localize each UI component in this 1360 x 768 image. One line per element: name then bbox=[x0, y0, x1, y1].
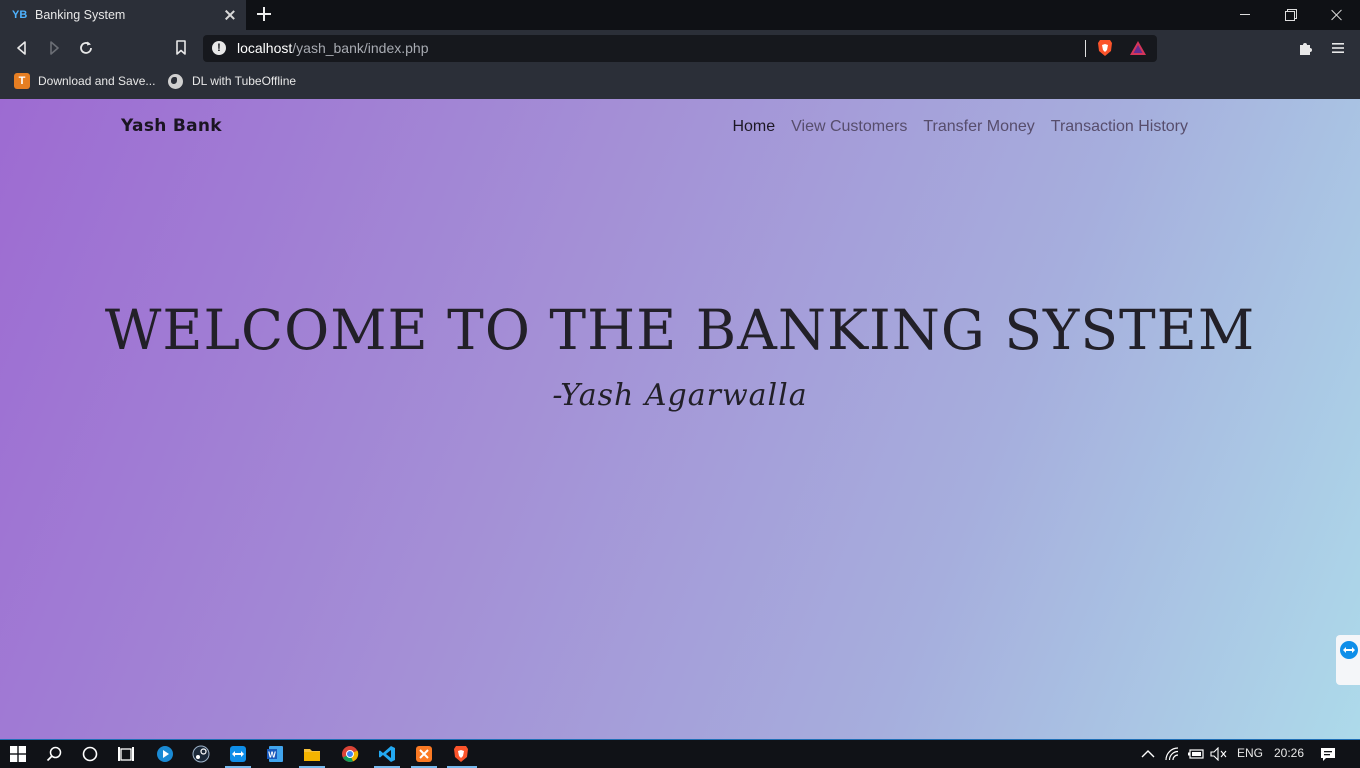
nav-view-customers[interactable]: View Customers bbox=[791, 118, 907, 136]
teamviewer-widget[interactable] bbox=[1336, 635, 1360, 685]
volume-muted-icon[interactable] bbox=[1209, 744, 1229, 764]
new-tab-icon[interactable] bbox=[256, 6, 272, 22]
teamviewer-taskbar-icon[interactable] bbox=[228, 744, 248, 764]
nav-transaction-history[interactable]: Transaction History bbox=[1051, 118, 1188, 136]
chrome-icon[interactable] bbox=[340, 744, 360, 764]
tubeoffline-icon: T bbox=[14, 73, 30, 89]
site-favicon-icon: YB bbox=[12, 9, 28, 21]
file-explorer-icon[interactable] bbox=[302, 744, 322, 764]
site-info-icon[interactable]: ! bbox=[212, 41, 226, 55]
start-icon[interactable] bbox=[8, 744, 28, 764]
vscode-icon[interactable] bbox=[377, 744, 397, 764]
steam-icon[interactable] bbox=[191, 744, 211, 764]
hero-title: WELCOME TO THE BANKING SYSTEM bbox=[104, 298, 1256, 362]
tab-close-icon[interactable] bbox=[222, 7, 238, 23]
hero-subtitle: -Yash Agarwalla bbox=[552, 378, 808, 413]
notifications-icon[interactable] bbox=[1318, 744, 1338, 764]
globe-icon bbox=[168, 73, 183, 89]
xampp-icon[interactable] bbox=[414, 744, 434, 764]
network-icon[interactable] bbox=[1163, 744, 1183, 764]
back-icon[interactable] bbox=[13, 39, 31, 57]
extensions-icon[interactable] bbox=[1297, 39, 1315, 57]
forward-icon[interactable] bbox=[45, 39, 63, 57]
svg-text:W: W bbox=[268, 751, 276, 760]
tab-strip: YB Banking System bbox=[0, 0, 1360, 30]
brave-rewards-icon[interactable] bbox=[1129, 39, 1147, 57]
search-icon[interactable] bbox=[44, 744, 64, 764]
brave-icon[interactable] bbox=[451, 744, 471, 764]
clock[interactable]: 20:26 bbox=[1274, 746, 1304, 760]
reload-icon[interactable] bbox=[77, 39, 95, 57]
main-nav: Home View Customers Transfer Money Trans… bbox=[732, 118, 1188, 136]
brand-logo[interactable]: Yash Bank bbox=[121, 116, 222, 136]
bookmark-dl-with-tubeoffline[interactable]: DL with TubeOffline bbox=[168, 72, 296, 90]
cortana-icon[interactable] bbox=[80, 744, 100, 764]
omnibox-divider bbox=[1085, 40, 1086, 57]
brave-shields-icon[interactable] bbox=[1096, 39, 1114, 57]
bookmark-label: DL with TubeOffline bbox=[192, 74, 297, 88]
url-text[interactable]: localhost/yash_bank/index.php bbox=[237, 40, 428, 57]
bookmark-icon[interactable] bbox=[172, 39, 190, 57]
page-viewport: Yash Bank Home View Customers Transfer M… bbox=[0, 99, 1360, 739]
word-icon[interactable]: W bbox=[265, 744, 285, 764]
nav-transfer-money[interactable]: Transfer Money bbox=[923, 118, 1034, 136]
tab-banking-system[interactable]: YB Banking System bbox=[0, 0, 246, 30]
show-hidden-icons-icon[interactable] bbox=[1138, 744, 1158, 764]
task-view-icon[interactable] bbox=[116, 744, 136, 764]
media-player-icon[interactable] bbox=[155, 744, 175, 764]
menu-icon[interactable] bbox=[1329, 39, 1347, 57]
tab-title: Banking System bbox=[35, 8, 126, 22]
bookmark-label: Download and Save... bbox=[38, 74, 156, 88]
close-window-button[interactable] bbox=[1314, 0, 1360, 30]
battery-icon[interactable] bbox=[1186, 744, 1206, 764]
bookmark-download-and-save[interactable]: T Download and Save... bbox=[14, 72, 155, 90]
language-indicator[interactable]: ENG bbox=[1237, 746, 1263, 760]
teamviewer-icon bbox=[1340, 641, 1358, 659]
restore-button[interactable] bbox=[1268, 0, 1314, 30]
minimize-button[interactable] bbox=[1222, 0, 1268, 30]
nav-home[interactable]: Home bbox=[732, 118, 775, 136]
